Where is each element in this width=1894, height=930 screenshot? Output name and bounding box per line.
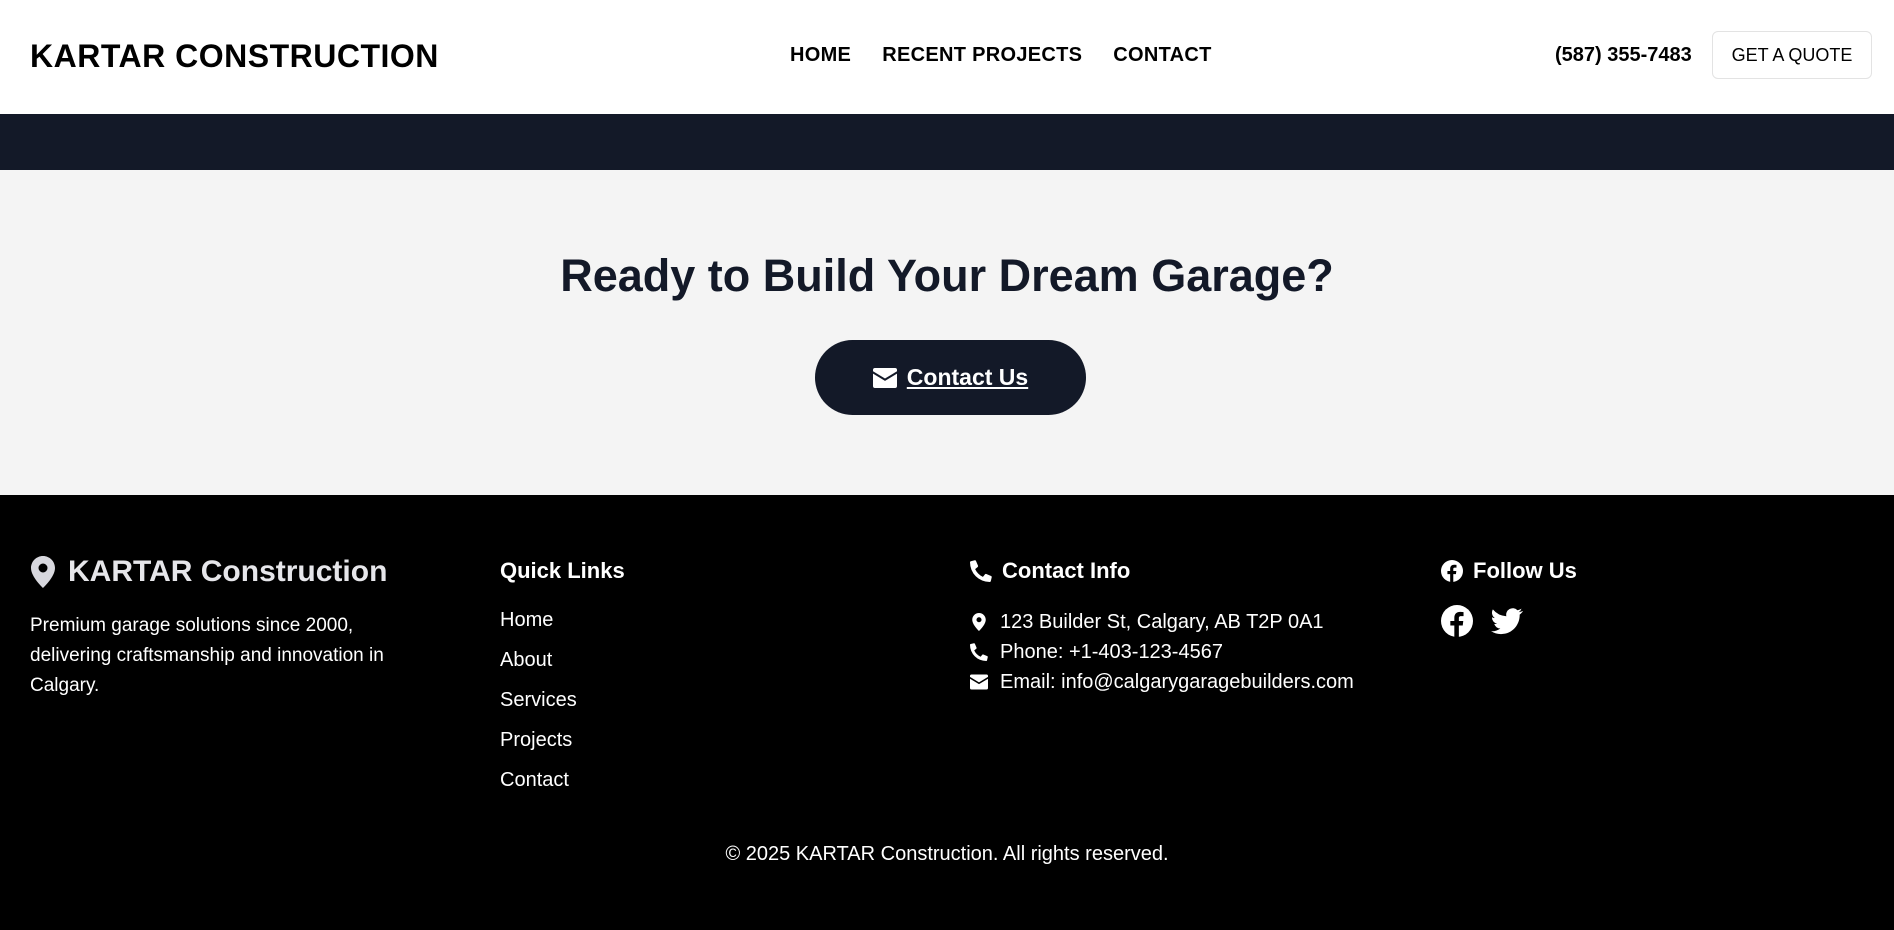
follow-us-title: Follow Us	[1473, 558, 1577, 583]
site-footer: KARTAR Construction Premium garage solut…	[0, 495, 1894, 930]
header-phone[interactable]: (587) 355-7483	[1555, 44, 1692, 67]
contact-phone[interactable]: Phone: +1-403-123-4567	[970, 637, 1420, 667]
footer-brand: KARTAR Construction	[30, 555, 430, 589]
envelope-icon	[872, 367, 897, 388]
nav-contact[interactable]: CONTACT	[1113, 44, 1211, 67]
contact-phone-text: Phone: +1-403-123-4567	[1000, 640, 1223, 663]
footer-follow: Follow Us	[1441, 555, 1841, 637]
twitter-icon	[1491, 608, 1523, 635]
brand-logo-text[interactable]: KARTAR CONSTRUCTION	[30, 38, 439, 75]
footer-link-contact[interactable]: Contact	[500, 767, 900, 807]
footer-description: Premium garage solutions since 2000, del…	[30, 615, 384, 696]
nav-home[interactable]: HOME	[790, 44, 851, 67]
copyright-text: © 2025 KARTAR Construction. All rights r…	[725, 843, 1169, 865]
contact-email[interactable]: Email: info@calgarygaragebuilders.com	[970, 667, 1420, 697]
contact-email-text: Email: info@calgarygaragebuilders.com	[1000, 670, 1354, 693]
footer-about: KARTAR Construction Premium garage solut…	[30, 555, 430, 701]
contact-address-text: 123 Builder St, Calgary, AB T2P 0A1	[1000, 610, 1324, 633]
cta-title: Ready to Build Your Dream Garage?	[560, 250, 1334, 301]
quick-links-list: Home About Services Projects Contact	[500, 607, 900, 807]
contact-info-title: Contact Info	[1002, 558, 1131, 583]
map-marker-icon	[31, 556, 55, 588]
facebook-link[interactable]	[1441, 605, 1473, 637]
social-links	[1441, 605, 1841, 637]
contact-us-label: Contact Us	[906, 364, 1029, 390]
map-marker-icon	[972, 613, 986, 631]
footer-link-services[interactable]: Services	[500, 687, 900, 727]
get-a-quote-button[interactable]: GET A QUOTE	[1712, 31, 1872, 79]
hero-band	[0, 114, 1894, 170]
contact-info-heading: Contact Info	[970, 555, 1420, 587]
follow-us-heading: Follow Us	[1441, 555, 1841, 587]
footer-brand-name: KARTAR Construction	[68, 555, 388, 588]
main-nav: HOME RECENT PROJECTS CONTACT	[790, 44, 1212, 67]
facebook-icon	[1441, 605, 1473, 637]
contact-us-button[interactable]: Contact Us	[815, 340, 1086, 415]
facebook-icon	[1441, 560, 1463, 582]
contact-list: 123 Builder St, Calgary, AB T2P 0A1 Phon…	[970, 607, 1420, 697]
footer-contact-info: Contact Info 123 Builder St, Calgary, AB…	[970, 555, 1420, 697]
cta-section: Ready to Build Your Dream Garage? Contac…	[0, 170, 1894, 495]
site-header: KARTAR CONSTRUCTION HOME RECENT PROJECTS…	[0, 0, 1894, 114]
contact-address: 123 Builder St, Calgary, AB T2P 0A1	[970, 607, 1420, 637]
footer-link-projects[interactable]: Projects	[500, 727, 900, 767]
twitter-link[interactable]	[1491, 605, 1523, 637]
footer-link-home[interactable]: Home	[500, 607, 900, 647]
footer-link-about[interactable]: About	[500, 647, 900, 687]
envelope-icon	[970, 674, 988, 690]
quick-links-title: Quick Links	[500, 558, 625, 583]
phone-icon	[970, 560, 992, 582]
nav-recent-projects[interactable]: RECENT PROJECTS	[882, 44, 1082, 67]
phone-icon	[970, 643, 988, 661]
footer-quick-links: Quick Links Home About Services Projects…	[500, 555, 900, 807]
